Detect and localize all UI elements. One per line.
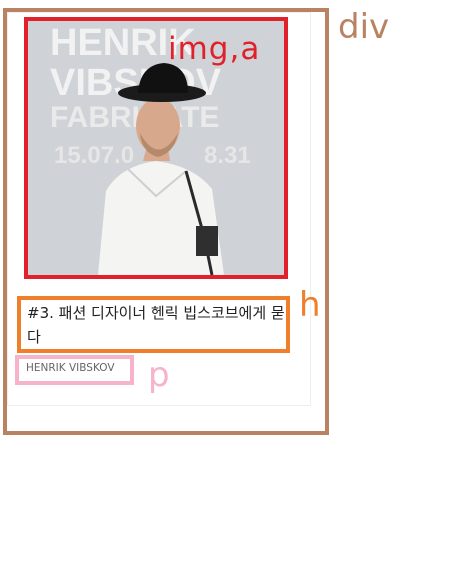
annotated-screenshot: div HENRIK VIBSKOV FABRIKATE 15.07.0 8.3… xyxy=(0,0,475,584)
poster-date-end: 8.31 xyxy=(204,142,251,169)
heading-annotation-label: h xyxy=(299,285,321,325)
article-subtitle: HENRIK VIBSKOV xyxy=(26,362,115,374)
article-title[interactable]: #3. 패션 디자이너 헨릭 빕스코브에게 묻다 xyxy=(27,301,287,349)
paragraph-annotation-label: p xyxy=(148,355,170,395)
div-annotation-label: div xyxy=(338,7,390,47)
poster-text-line3: FABRIKATE xyxy=(50,101,219,134)
img-annotation-label: img,a xyxy=(168,31,261,67)
poster-date: 15.07.0 xyxy=(54,142,134,169)
